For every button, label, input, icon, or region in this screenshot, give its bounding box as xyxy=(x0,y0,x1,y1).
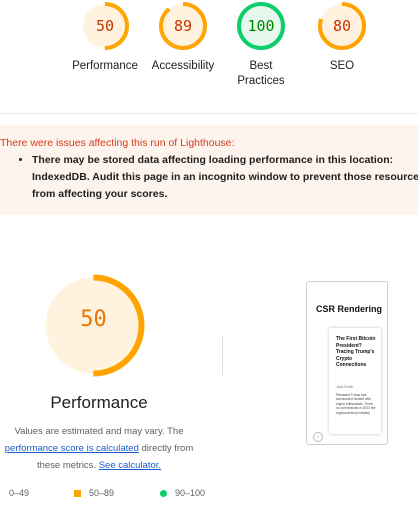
legend-fail-range: 0–49 xyxy=(9,488,30,498)
legend-fail: 0–49 xyxy=(9,488,29,498)
run-warnings: There were issues affecting this run of … xyxy=(0,125,418,215)
gauge-best-practices-label: Best Practices xyxy=(237,60,285,87)
thumbnail-heading: CSR Rendering xyxy=(316,304,383,314)
category-gauges: 50 Performance 89 Accessibility 100 Best… xyxy=(0,0,418,112)
average-square-icon xyxy=(74,490,81,498)
gauge-seo-score: 80 xyxy=(332,17,352,35)
pass-circle-icon xyxy=(160,490,167,498)
legend-pass-range: 90–100 xyxy=(175,488,206,498)
arrow-icon: › xyxy=(313,432,323,442)
warning-list: There may be stored data affecting loadi… xyxy=(0,152,418,203)
gauge-seo[interactable]: 80 SEO xyxy=(292,0,392,74)
legend-average: 50–89 xyxy=(74,488,114,498)
final-screenshot-thumbnail[interactable]: CSR Rendering The First Bitcoin Presiden… xyxy=(306,281,388,445)
legend-pass: 90–100 xyxy=(160,488,205,498)
performance-title: Performance xyxy=(50,393,148,412)
legend-average-range: 50–89 xyxy=(89,488,115,498)
warning-item: There may be stored data affecting loadi… xyxy=(32,152,418,203)
thumbnail-card-title: The First Bitcoin President? Tracing Tru… xyxy=(336,336,376,368)
vertical-divider xyxy=(222,335,223,375)
see-calculator-link[interactable]: See calculator. xyxy=(99,460,161,471)
section-divider xyxy=(0,113,418,114)
thumbnail-article-card: The First Bitcoin President? Tracing Tru… xyxy=(329,328,381,434)
thumbnail-card-author: Jack Smith xyxy=(336,385,354,389)
gauge-seo-label: SEO xyxy=(329,60,355,72)
score-calculated-link[interactable]: performance score is calculated xyxy=(5,443,139,454)
performance-score: 50 xyxy=(80,307,107,332)
performance-description: Values are estimated and may vary. The p… xyxy=(0,423,202,474)
thumbnail-card-body: President Trump has surrounded himself w… xyxy=(336,393,376,415)
performance-desc-prefix: Values are estimated and may vary. The xyxy=(14,426,184,437)
warning-title: There were issues affecting this run of … xyxy=(0,137,235,149)
